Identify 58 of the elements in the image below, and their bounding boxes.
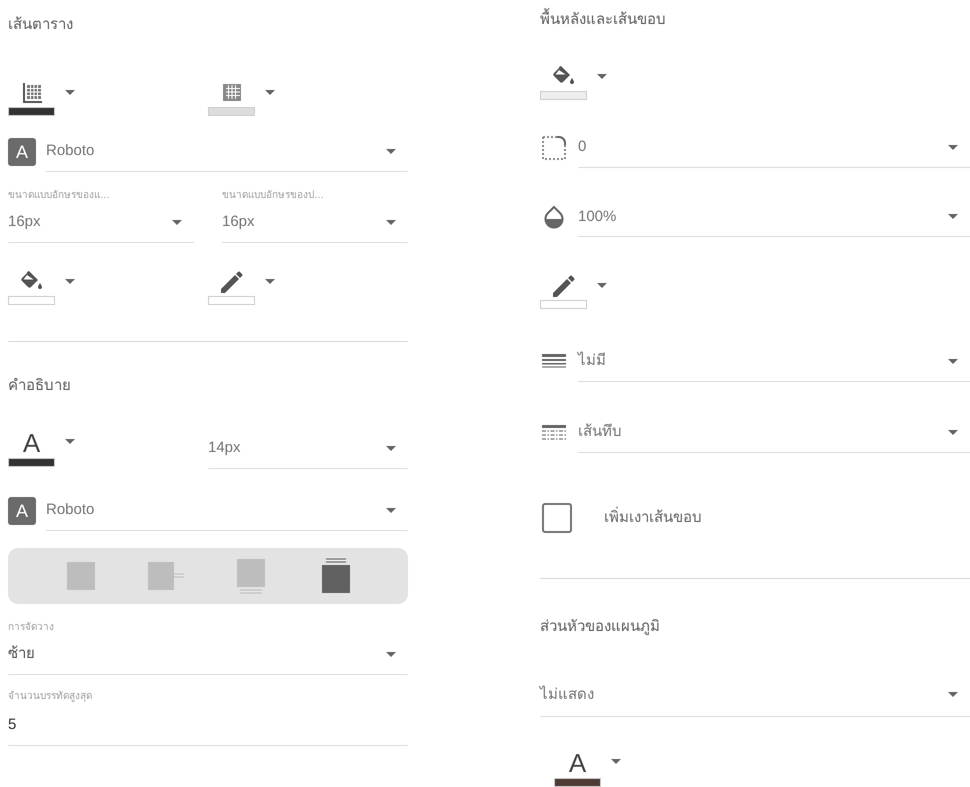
font-size-select[interactable]: 16px <box>8 203 194 243</box>
caret-icon <box>597 282 607 288</box>
font-icon: A <box>8 138 36 166</box>
caret-icon <box>386 149 396 154</box>
caret-icon <box>948 692 958 698</box>
grid-icon <box>20 82 42 104</box>
font-size-select[interactable]: 14px <box>208 429 408 469</box>
opacity-select[interactable]: 100% <box>578 197 970 238</box>
font-icon: A <box>8 497 36 525</box>
gridline-color-button[interactable] <box>208 82 275 116</box>
text-color-icon: A <box>568 750 586 775</box>
caret-icon <box>597 74 607 79</box>
font-select[interactable]: Roboto <box>46 132 408 172</box>
section-heading: พื้นหลังและเส้นขอบ <box>540 9 666 32</box>
pencil-icon <box>552 274 576 297</box>
field-label: ขนาดแบบอักษรของป… <box>222 189 325 203</box>
checkbox[interactable] <box>542 503 572 534</box>
pencil-icon <box>220 271 244 293</box>
text-color-button[interactable]: A <box>8 431 75 467</box>
border-color-button[interactable] <box>540 274 607 309</box>
caret-icon <box>948 145 958 150</box>
caret-icon <box>386 652 396 657</box>
grid-icon <box>220 82 242 104</box>
corner-radius-icon <box>540 134 568 162</box>
section-heading: คำอธิบาย <box>8 376 71 396</box>
border-weight-select[interactable]: ไม่มี <box>578 342 970 382</box>
field-label: จำนวนบรรทัดสูงสุด <box>8 690 93 704</box>
border-radius-select[interactable]: 0 <box>578 128 970 168</box>
line-color-button[interactable] <box>208 271 275 305</box>
caret-icon <box>386 220 396 225</box>
gridline-color-button[interactable] <box>8 82 75 116</box>
caret-icon <box>386 508 396 513</box>
caret-icon <box>65 439 75 444</box>
caret-icon <box>65 279 75 284</box>
caret-icon <box>172 220 182 225</box>
field-label: การจัดวาง <box>8 621 55 635</box>
font-select[interactable]: Roboto <box>46 491 408 531</box>
caret-icon <box>948 214 958 220</box>
fill-color-button[interactable] <box>8 271 75 305</box>
chart-header-select[interactable]: ไม่แสดง <box>540 674 970 717</box>
caret-icon <box>265 90 275 95</box>
border-style-select[interactable]: เส้นทึบ <box>578 412 970 453</box>
caret-icon <box>611 758 621 764</box>
section-heading: เส้นตาราง <box>8 14 73 35</box>
caret-icon <box>65 90 75 95</box>
caret-icon <box>386 446 396 451</box>
caret-icon <box>265 279 275 284</box>
field-label: ขนาดแบบอักษรของแ… <box>8 189 111 203</box>
max-lines-field[interactable]: 5 <box>8 704 408 746</box>
section-heading: ส่วนหัวของแผนภูมิ <box>540 616 660 637</box>
text-color-button[interactable]: A <box>554 750 621 787</box>
background-color-button[interactable] <box>540 66 607 100</box>
caret-icon <box>948 358 958 364</box>
caret-icon <box>948 430 958 435</box>
checkbox-label: เพิ่มเงาเส้นขอบ <box>604 506 702 528</box>
font-size-select[interactable]: 16px <box>222 203 408 243</box>
alignment-select[interactable]: ซ้าย <box>8 635 408 675</box>
text-color-icon: A <box>22 431 40 455</box>
